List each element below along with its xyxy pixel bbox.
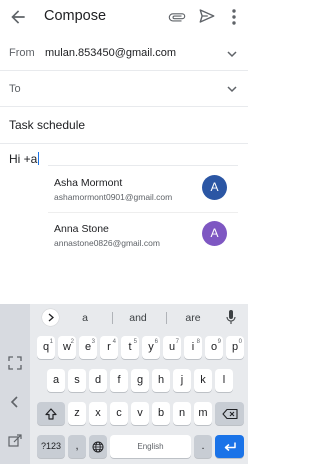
contact-suggestion[interactable]: Anna Stone annastone0826@gmail.com A (48, 221, 238, 265)
from-row[interactable]: From mulan.853450@gmail.com (0, 37, 248, 71)
divider (48, 165, 238, 166)
key-u[interactable]: u7 (163, 336, 181, 359)
key-i[interactable]: i8 (184, 336, 202, 359)
microphone-icon[interactable] (226, 310, 236, 324)
symbols-key[interactable]: ?123 (37, 435, 65, 458)
floating-keyboard-icon[interactable] (8, 434, 22, 448)
app-bar: Compose (0, 0, 248, 36)
key-c[interactable]: c (110, 402, 128, 425)
shift-key[interactable] (37, 402, 65, 425)
key-k[interactable]: k (194, 369, 212, 392)
key-d[interactable]: d (89, 369, 107, 392)
avatar: A (202, 175, 227, 200)
to-label: To (9, 83, 21, 95)
key-j[interactable]: j (173, 369, 191, 392)
from-label: From (9, 47, 35, 59)
expand-icon[interactable] (8, 356, 22, 370)
key-o[interactable]: o9 (205, 336, 223, 359)
suggestion-word[interactable]: and (113, 312, 163, 324)
key-v[interactable]: v (131, 402, 149, 425)
key-t[interactable]: t5 (121, 336, 139, 359)
key-m[interactable]: m (194, 402, 212, 425)
more-vert-icon[interactable] (228, 7, 240, 27)
avatar: A (202, 221, 227, 246)
contact-email: annastone0826@gmail.com (54, 238, 160, 248)
key-e[interactable]: e3 (79, 336, 97, 359)
chevron-down-icon[interactable] (226, 83, 238, 95)
subject-row[interactable]: Task schedule (0, 107, 248, 144)
key-b[interactable]: b (152, 402, 170, 425)
key-q[interactable]: q1 (37, 336, 55, 359)
divider (166, 312, 167, 324)
comma-key[interactable]: , (68, 435, 86, 458)
contact-name: Anna Stone (54, 223, 109, 235)
key-l[interactable]: l (215, 369, 233, 392)
contact-name: Asha Mormont (54, 177, 123, 189)
key-y[interactable]: y6 (142, 336, 160, 359)
suggestion-bar: a and are (0, 304, 248, 331)
key-f[interactable]: f (110, 369, 128, 392)
arrow-back-icon[interactable] (8, 7, 28, 27)
key-x[interactable]: x (89, 402, 107, 425)
body-text: Hi +a (9, 152, 38, 166)
subject-field[interactable]: Task schedule (9, 118, 85, 132)
space-key[interactable]: English (110, 435, 191, 458)
key-p[interactable]: p0 (226, 336, 244, 359)
globe-icon (92, 441, 104, 452)
key-s[interactable]: s (68, 369, 86, 392)
from-field[interactable]: mulan.853450@gmail.com (45, 47, 176, 59)
chevron-left-icon[interactable] (8, 395, 22, 409)
key-h[interactable]: h (152, 369, 170, 392)
enter-key[interactable] (215, 435, 244, 458)
contact-email: ashamormont0901@gmail.com (54, 192, 173, 202)
period-key[interactable]: . (194, 435, 212, 458)
backspace-icon (221, 408, 238, 419)
emoji-key[interactable] (89, 435, 107, 458)
backspace-key[interactable] (215, 402, 244, 425)
key-r[interactable]: r4 (100, 336, 118, 359)
enter-icon (224, 442, 236, 451)
chevron-down-icon[interactable] (226, 48, 238, 60)
send-icon[interactable] (198, 7, 216, 25)
suggestion-word[interactable]: are (168, 312, 218, 324)
body-field[interactable]: Hi +a (9, 152, 40, 166)
key-n[interactable]: n (173, 402, 191, 425)
key-w[interactable]: w2 (58, 336, 76, 359)
key-z[interactable]: z (68, 402, 86, 425)
page-title: Compose (44, 8, 107, 24)
key-g[interactable]: g (131, 369, 149, 392)
paperclip-icon[interactable] (168, 8, 186, 26)
chevron-right-icon (48, 313, 54, 322)
shift-icon (45, 407, 57, 420)
key-a[interactable]: a (47, 369, 65, 392)
suggestion-expand-button[interactable] (42, 309, 59, 326)
divider (48, 212, 238, 213)
suggestion-word[interactable]: a (60, 312, 110, 324)
text-cursor (38, 152, 40, 165)
to-row[interactable]: To (0, 71, 248, 107)
keyboard: a and are q1 w2 e3 r4 t5 y6 u7 i8 o9 p0 … (0, 304, 248, 464)
